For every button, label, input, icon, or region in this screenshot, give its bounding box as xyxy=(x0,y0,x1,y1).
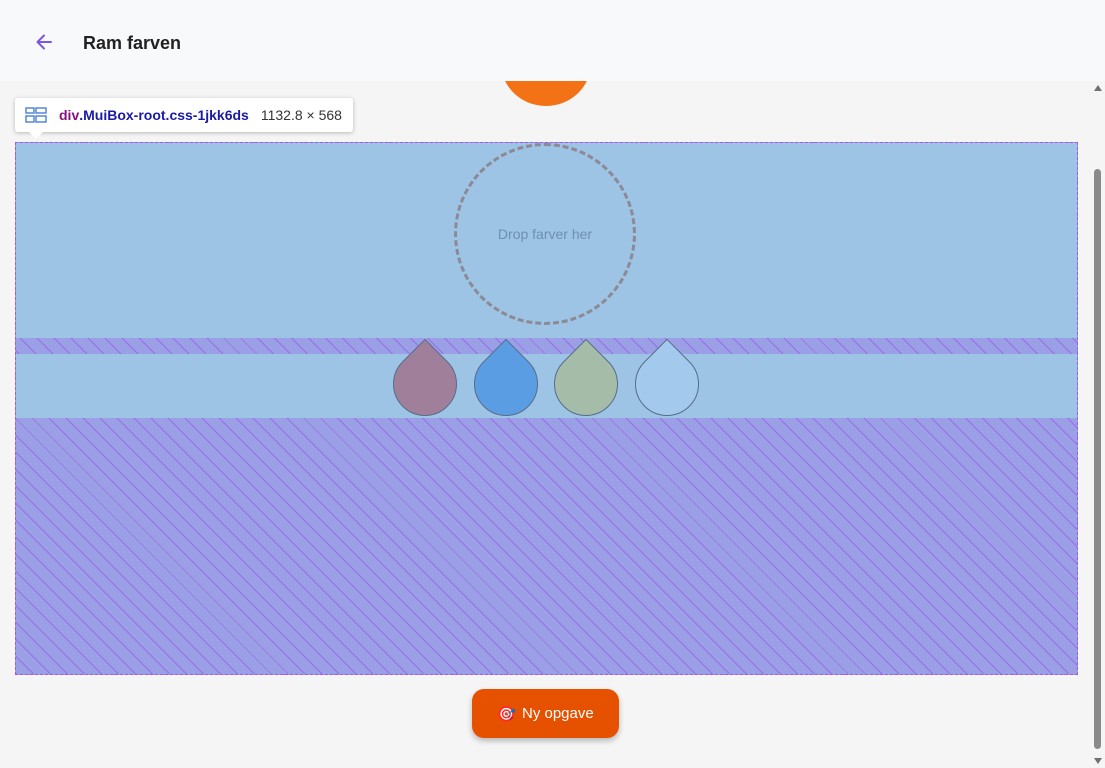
new-task-label: Ny opgave xyxy=(521,705,594,722)
scroll-down-icon[interactable] xyxy=(1094,758,1102,764)
page-title: Ram farven xyxy=(83,33,182,53)
vertical-scrollbar[interactable] xyxy=(1091,81,1105,768)
droplet-row-region xyxy=(16,354,1077,418)
inspector-size: 1132.8 × 568 xyxy=(260,107,342,123)
target-emoji-icon: 🎯 xyxy=(497,705,516,723)
arrow-left-icon xyxy=(34,32,54,57)
scroll-thumb[interactable] xyxy=(1094,169,1101,749)
inspector-class: .MuiBox-root.css-1jkk6ds xyxy=(79,107,249,123)
mui-box-root-highlight: Drop farver her xyxy=(15,142,1078,675)
scroll-up-icon[interactable] xyxy=(1094,85,1102,91)
new-task-button[interactable]: 🎯 Ny opgave xyxy=(472,689,619,738)
drop-zone-label: Drop farver her xyxy=(497,226,593,242)
app-bar: Ram farven xyxy=(0,0,1105,81)
flex-layout-icon xyxy=(25,107,47,123)
back-button[interactable] xyxy=(26,26,62,62)
inspector-tag: div xyxy=(59,107,80,123)
color-drop-zone[interactable]: Drop farver her xyxy=(454,143,636,325)
inspector-tooltip: div .MuiBox-root.css-1jkk6ds 1132.8 × 568 xyxy=(15,98,353,139)
